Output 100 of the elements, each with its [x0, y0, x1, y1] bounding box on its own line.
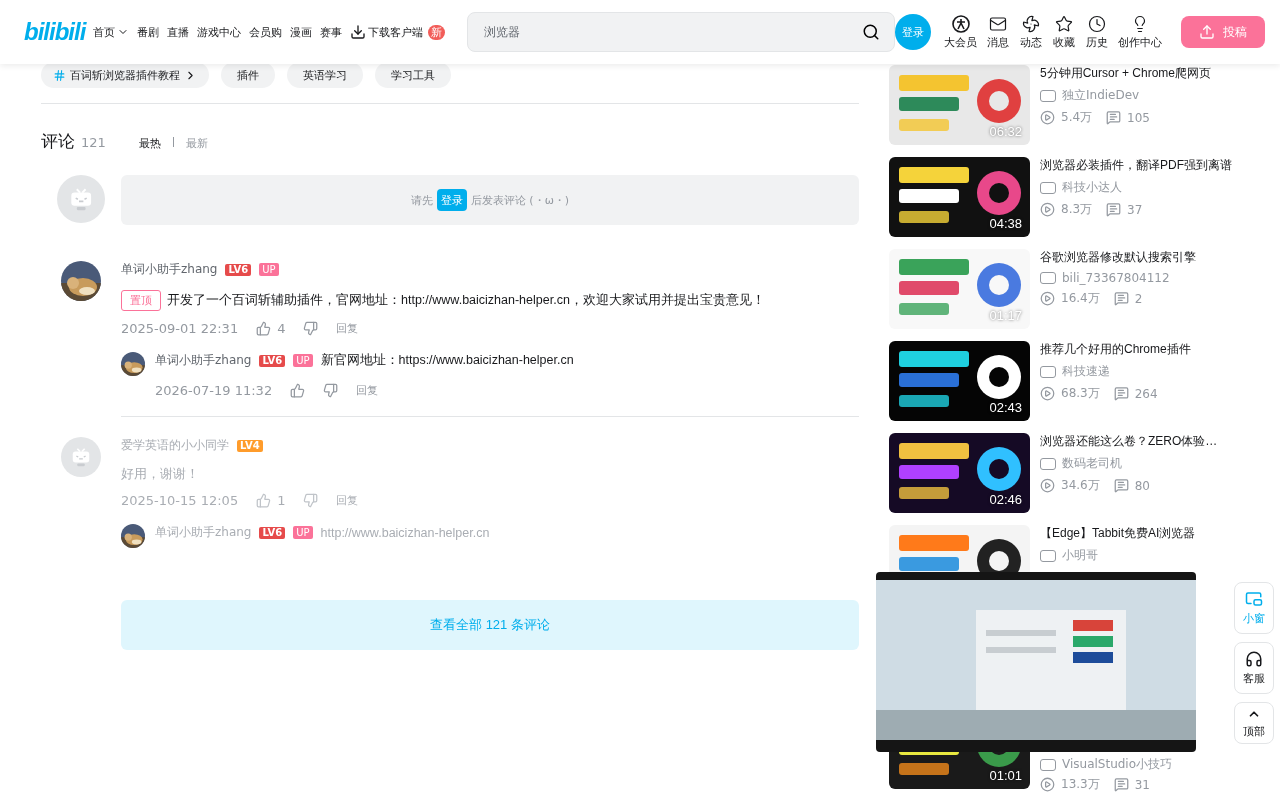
clock-icon	[1088, 14, 1107, 33]
up-badge: UP	[293, 354, 313, 367]
nav-link[interactable]: 赛事	[320, 24, 343, 40]
thumbs-up-icon	[256, 321, 272, 336]
comment-icon	[1106, 110, 1122, 125]
comment-count: 80	[1134, 478, 1150, 493]
video-title[interactable]: 推荐几个好用的Chrome插件	[1040, 341, 1240, 358]
thumbs-up-icon[interactable]	[290, 383, 306, 398]
view-count: 34.6万	[1061, 477, 1100, 494]
nav-link[interactable]: 番剧	[137, 24, 160, 40]
video-duration: 06:32	[989, 124, 1022, 139]
uploader-icon	[1040, 181, 1056, 194]
uploader-icon	[1040, 365, 1056, 378]
comment-count: 105	[1127, 110, 1150, 125]
comment-count: 121	[81, 135, 107, 150]
level-badge: LV6	[225, 263, 252, 276]
nav-link[interactable]: 漫画	[290, 24, 313, 40]
tv-mascot-icon	[70, 446, 92, 468]
video-title[interactable]: 【Edge】Tabbit免费AI浏览器	[1040, 525, 1240, 542]
comment-icon	[1113, 386, 1129, 401]
header-action[interactable]: 消息	[986, 14, 1011, 50]
view-count: 8.3万	[1061, 201, 1093, 218]
comment-date: 2025-09-01 22:31	[121, 321, 239, 336]
video-title[interactable]: 浏览器必装插件，翻译PDF强到离谱	[1040, 157, 1240, 174]
login-prompt: 后发表评论 (・ω・)	[470, 192, 570, 208]
pinned-label: 置顶	[121, 290, 161, 311]
comment-icon	[1113, 777, 1129, 792]
float-button[interactable]: 客服	[1234, 642, 1274, 694]
play-icon	[1040, 202, 1055, 217]
reply-author[interactable]: 单词小助手zhang	[155, 352, 252, 369]
login-prompt: 请先	[410, 192, 433, 208]
video-title[interactable]: 5分钟用Cursor + Chrome爬网页	[1040, 65, 1240, 82]
view-count: 68.3万	[1061, 385, 1100, 402]
play-icon	[1040, 110, 1055, 125]
view-count: 5.4万	[1061, 109, 1093, 126]
nav-link[interactable]: 下载客户端 新	[350, 24, 446, 40]
comment-count: 31	[1134, 777, 1150, 792]
header-action[interactable]: 大会员	[944, 14, 978, 50]
comments-title: 评论	[41, 130, 75, 153]
header-action[interactable]: 收藏	[1052, 14, 1077, 50]
nav-link[interactable]: 首页	[93, 24, 130, 40]
thumbs-up-icon	[256, 493, 272, 508]
tag[interactable]: 插件	[221, 62, 275, 88]
up-badge: UP	[259, 263, 279, 276]
reply-text: 新官网地址：https://www.baicizhan-helper.cn	[320, 352, 574, 369]
uploader-icon	[1040, 272, 1056, 284]
hash-icon	[53, 68, 66, 82]
comment-text: 好用，谢谢！	[121, 466, 199, 483]
uploader-icon	[1040, 549, 1056, 562]
search-field[interactable]: 浏览器	[482, 24, 863, 40]
float-button[interactable]: 顶部	[1234, 702, 1274, 744]
video-duration: 01:01	[989, 768, 1022, 783]
thumbs-down-icon[interactable]	[303, 321, 319, 336]
comment-count: 2	[1134, 291, 1143, 306]
video-title[interactable]: 谷歌浏览器修改默认搜索引擎	[1040, 249, 1240, 266]
level-badge: LV6	[259, 526, 286, 539]
uploader-icon	[1040, 758, 1056, 771]
play-icon	[1040, 777, 1055, 792]
sort-tab[interactable]: 最热	[139, 136, 161, 151]
search-icon[interactable]	[862, 23, 881, 41]
pinwheel-icon	[1022, 14, 1041, 33]
level-badge: LV4	[237, 439, 263, 452]
header-action[interactable]: 历史	[1085, 14, 1110, 50]
view-count: 16.4万	[1061, 290, 1100, 307]
comment-icon	[1113, 478, 1129, 493]
tag[interactable]: 英语学习	[287, 62, 363, 88]
nav-link[interactable]: 直播	[167, 24, 190, 40]
comment-icon	[1113, 291, 1129, 306]
download-icon	[350, 24, 367, 40]
thumbs-down-icon[interactable]	[303, 493, 319, 508]
search-bar[interactable]: 浏览器	[467, 12, 896, 52]
topic-tag[interactable]: 百词斩浏览器插件教程	[41, 62, 209, 88]
nav-link[interactable]: 游戏中心	[197, 24, 242, 40]
nav-link[interactable]: 会员购	[249, 24, 283, 40]
reply-text: http://www.baicizhan-helper.cn	[320, 525, 490, 540]
circle-icon	[951, 14, 970, 33]
video-title[interactable]: 浏览器还能这么卷？ZERO体验…	[1040, 433, 1240, 450]
comment-count: 37	[1127, 202, 1143, 217]
picture-in-picture-icon	[1245, 590, 1263, 608]
comment-count: 264	[1134, 386, 1158, 401]
tag[interactable]: 学习工具	[375, 62, 451, 88]
thumbs-down-icon[interactable]	[323, 383, 339, 398]
headset-icon	[1245, 650, 1263, 668]
header-action[interactable]: 创作中心	[1118, 14, 1163, 50]
up-badge: UP	[293, 526, 313, 539]
play-icon	[1040, 291, 1055, 306]
video-duration: 02:46	[989, 492, 1022, 507]
play-icon	[1040, 478, 1055, 493]
uploader-icon	[1040, 457, 1056, 470]
reply-date: 2026-07-19 11:32	[155, 383, 273, 398]
view-count: 13.3万	[1061, 776, 1100, 793]
star-icon	[1055, 14, 1074, 33]
comment-text: 开发了一个百词斩辅助插件，官网地址：http://www.baicizhan-helper.cn，欢迎大家试用并提出宝贵意见！	[167, 292, 765, 309]
uploader-icon	[1040, 89, 1056, 102]
play-icon	[1040, 386, 1055, 401]
video-duration: 02:43	[989, 400, 1022, 415]
upload-icon	[1199, 24, 1216, 40]
comment-author[interactable]: 单词小助手zhang	[121, 261, 218, 278]
header-action[interactable]: 动态	[1019, 14, 1044, 50]
level-badge: LV6	[259, 354, 286, 367]
